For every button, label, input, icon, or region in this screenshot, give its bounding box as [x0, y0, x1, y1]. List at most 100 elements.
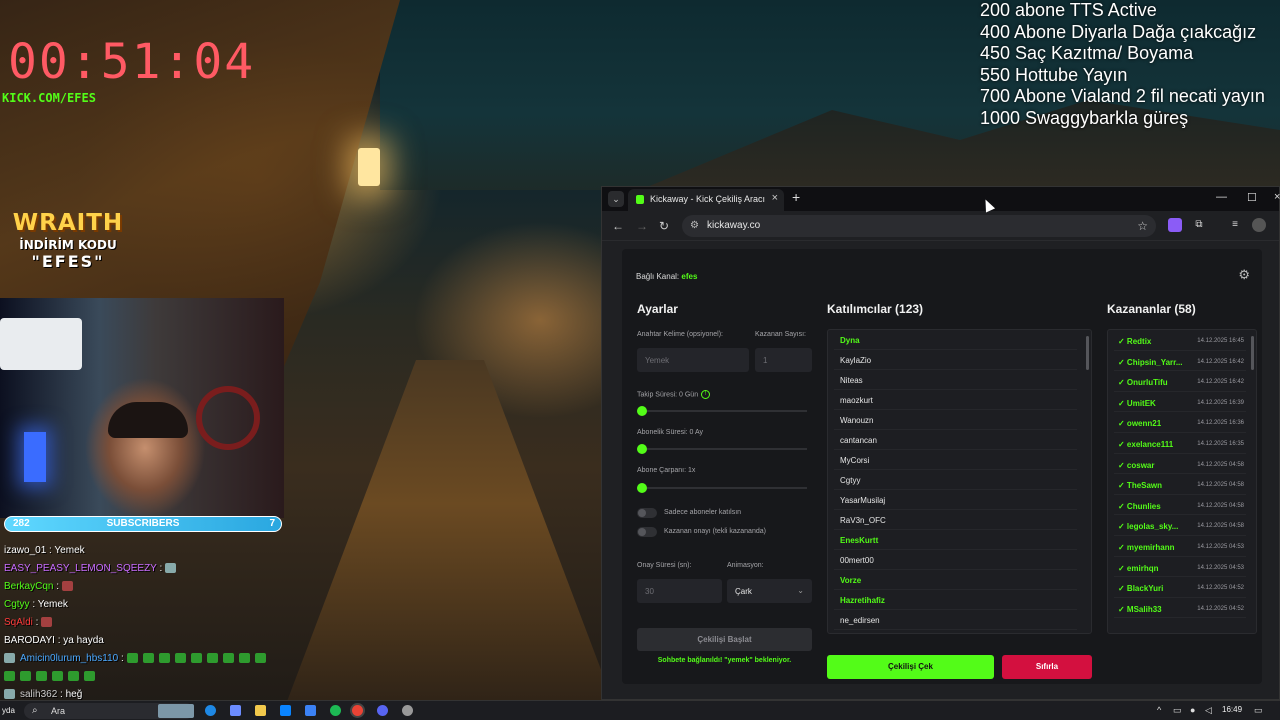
forward-arrow-icon[interactable]: → [636, 219, 648, 233]
winner-name: ✓ MSalih33 [1118, 604, 1162, 614]
confirm-time-input[interactable]: 30 [637, 579, 722, 603]
winner-time: 14.12.2025 04:52 [1197, 605, 1244, 612]
site-info-icon[interactable]: ⚙ [690, 220, 699, 231]
winners-list[interactable]: ✓ Redtix 14.12.2025 16:45 ✓ Chipsin_Yarr.… [1107, 329, 1257, 634]
sub-multiplier-slider[interactable] [637, 483, 807, 493]
subs-only-toggle-row[interactable]: Sadece aboneler katılsın [637, 508, 812, 520]
close-window-icon[interactable]: × [1274, 191, 1280, 203]
system-clock[interactable]: 16:49 [1222, 705, 1242, 714]
connection-status: Sohbete bağlanıldı! "yemek" bekleniyor. [657, 657, 792, 664]
follow-duration-label: Takip Süresi: 0 Gün! [637, 390, 711, 399]
tab-search-button[interactable]: ⌄ [608, 191, 624, 207]
animation-select[interactable]: Çark ⌄ [727, 579, 812, 603]
winner-item: ✓ exelance111 14.12.2025 16:35 [1114, 433, 1246, 454]
network-icon[interactable]: ▭ [1173, 705, 1182, 716]
maximize-icon[interactable]: ☐ [1247, 191, 1257, 204]
bookmark-star-icon[interactable]: ☆ [1137, 219, 1148, 233]
volume-icon[interactable]: ◁ [1205, 705, 1212, 716]
tab-bar: ⌄ Kickaway - Kick Çekiliş Aracı × + — ☐ … [602, 187, 1280, 211]
extensions-puzzle-icon[interactable]: ⧉ [1192, 218, 1206, 232]
draw-winner-button[interactable]: Çekilişi Çek [827, 655, 994, 679]
extension-icon[interactable] [1168, 218, 1182, 232]
chevron-up-icon[interactable]: ^ [1157, 705, 1161, 715]
back-arrow-icon[interactable]: ← [612, 219, 624, 233]
subscriber-goals: 200 abone TTS Active 400 Abone Diyarla D… [980, 0, 1265, 129]
chat-username: Cgtyy [4, 599, 30, 610]
microphone-icon[interactable]: ● [1190, 705, 1195, 715]
winner-name: ✓ legolas_sky... [1118, 522, 1179, 532]
subs-only-toggle[interactable] [637, 508, 657, 518]
winner-name: ✓ UmitEK [1118, 398, 1156, 408]
chrome-icon[interactable] [352, 705, 363, 716]
start-giveaway-button[interactable]: Çekilişi Başlat [637, 628, 812, 651]
participant-item: YasarMusilaj [834, 490, 1077, 510]
chat-message: BARODAYI : ya hayda [0, 632, 284, 650]
address-bar[interactable]: ⚙ kickaway.co ☆ [682, 215, 1156, 237]
winner-name: ✓ owenn21 [1118, 419, 1162, 429]
new-tab-button[interactable]: + [792, 189, 800, 205]
profile-avatar-icon[interactable] [1252, 218, 1266, 232]
winner-confirm-toggle-row[interactable]: Kazanan onayı (tekli kazananda) [637, 527, 812, 539]
sub-duration-label: Abonelik Süresi: 0 Ay [637, 429, 704, 436]
channel-name: efes [681, 272, 698, 281]
winner-name: ✓ Chunlies [1118, 501, 1161, 511]
reload-icon[interactable]: ↻ [659, 219, 669, 233]
reset-button[interactable]: Sıfırla [1002, 655, 1092, 679]
settings-title: Ayarlar [637, 302, 678, 316]
start-label[interactable]: yda [2, 706, 15, 715]
settings-gear-icon[interactable]: ⚙ [1238, 267, 1250, 283]
file-explorer-icon[interactable] [255, 705, 266, 716]
sub-duration-slider[interactable] [637, 444, 807, 454]
tab-kickaway[interactable]: Kickaway - Kick Çekiliş Aracı × [628, 189, 784, 211]
winner-name: ✓ Redtix [1118, 337, 1152, 346]
store-icon[interactable] [280, 705, 291, 716]
winner-name: ✓ BlackYuri [1118, 584, 1164, 594]
winner-confirm-toggle[interactable] [637, 527, 657, 537]
winner-item: ✓ TheSawn 14.12.2025 04:58 [1114, 474, 1246, 495]
taskbar-search[interactable]: ⌕ Ara [24, 703, 194, 719]
participant-item: KaylaZio [834, 350, 1077, 370]
minimize-icon[interactable]: — [1216, 191, 1227, 203]
winner-time: 14.12.2025 04:58 [1197, 461, 1244, 468]
slider-thumb[interactable] [637, 444, 647, 454]
edge-icon[interactable] [205, 705, 216, 716]
winner-item: ✓ Redtix 14.12.2025 16:45 [1114, 330, 1246, 351]
scrollbar[interactable] [1086, 336, 1089, 370]
app-icon[interactable] [402, 705, 413, 716]
follow-duration-slider[interactable] [637, 406, 807, 416]
keyword-input[interactable]: Yemek [637, 348, 749, 372]
winner-count-label: Kazanan Sayısı: [755, 331, 806, 338]
subs-only-label: Sadece aboneler katılsın [664, 509, 742, 516]
notification-icon[interactable]: ▭ [1254, 705, 1263, 716]
spotify-icon[interactable] [330, 705, 341, 716]
participant-item: MyCorsi [834, 450, 1077, 470]
streamer-hair [108, 402, 188, 438]
badge-icon [4, 689, 15, 700]
copilot-icon[interactable] [230, 705, 241, 716]
participant-item: Wanouzn [834, 410, 1077, 430]
slider-thumb[interactable] [637, 483, 647, 493]
winner-count-input[interactable]: 1 [755, 348, 812, 372]
emote-icon [142, 653, 154, 664]
app-icon[interactable] [305, 705, 316, 716]
close-tab-icon[interactable]: × [772, 192, 778, 204]
chat-text: : heğ [57, 689, 83, 700]
participant-item: Cgtyy [834, 470, 1077, 490]
animation-label: Animasyon: [727, 562, 764, 569]
discord-icon[interactable] [377, 705, 388, 716]
info-icon[interactable]: ! [701, 390, 711, 399]
participants-list[interactable]: Dyna KaylaZio Niteas maozkurt Wanouzn ca… [827, 329, 1092, 634]
chat-username: EASY_PEASY_LEMON_SQEEZY [4, 563, 157, 574]
stream-timer: 00:51:04 [8, 34, 256, 90]
kick-channel-url: KICK.COM/EFES [2, 91, 96, 105]
winner-time: 14.12.2025 04:58 [1197, 482, 1244, 489]
chat-username: izawo_01 [4, 545, 47, 556]
media-control-icon[interactable]: ≡ [1228, 218, 1242, 232]
chat-username: BARODAYI [4, 635, 55, 646]
emote-icon [190, 653, 202, 664]
emote-icon [206, 653, 218, 664]
slider-thumb[interactable] [637, 406, 647, 416]
winner-time: 14.12.2025 16:36 [1197, 420, 1244, 427]
scrollbar[interactable] [1251, 336, 1254, 370]
chat-text: : [156, 563, 166, 574]
